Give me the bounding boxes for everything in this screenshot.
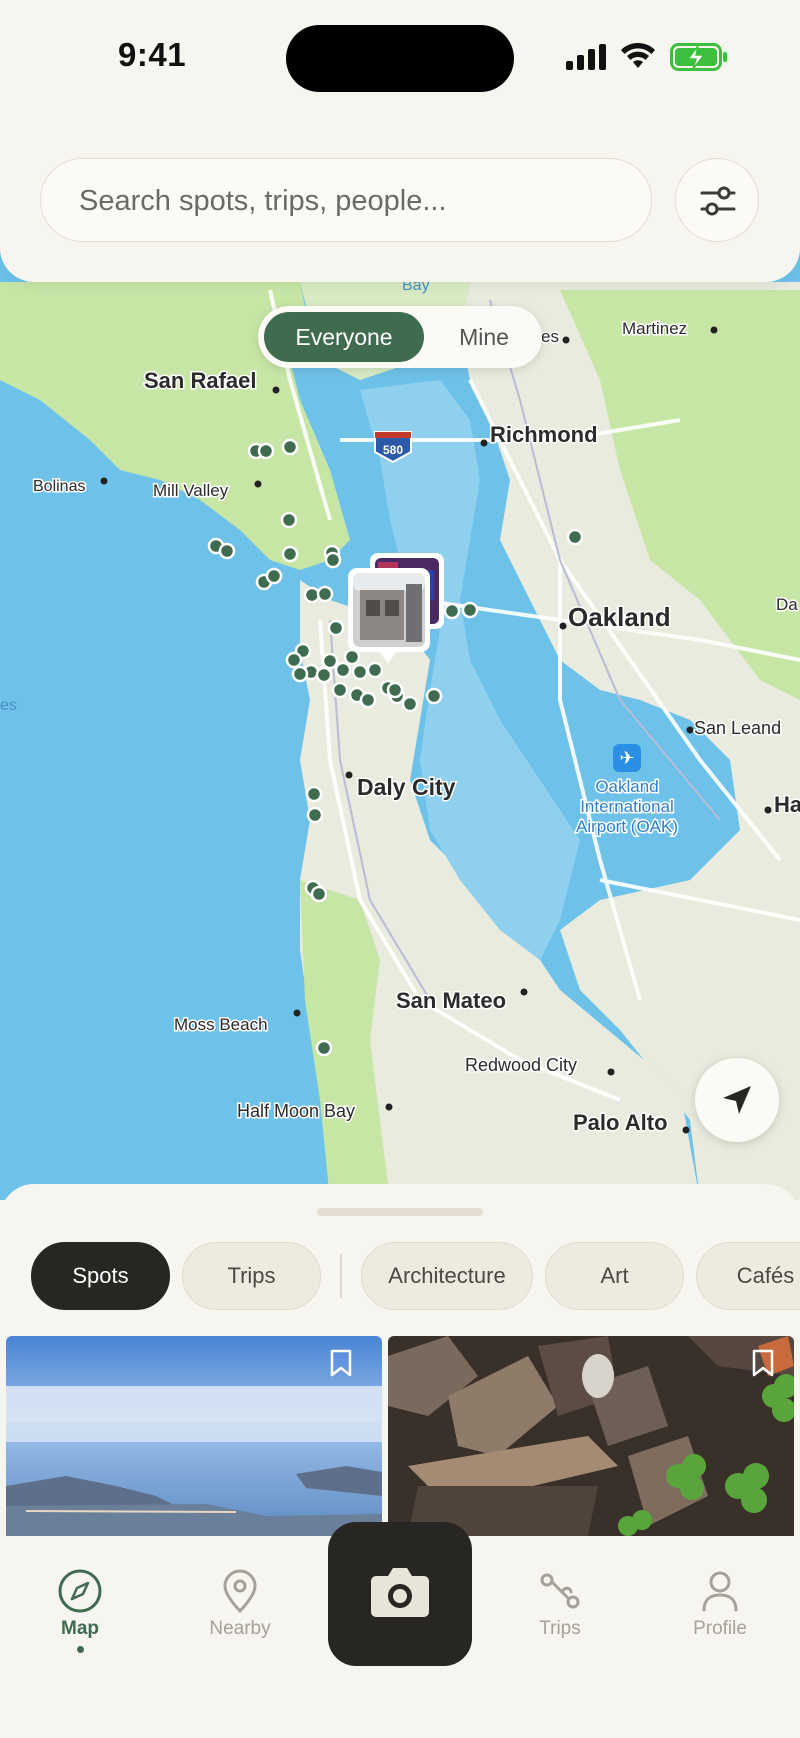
tab-trips[interactable]: Trips	[505, 1568, 615, 1640]
wifi-icon	[621, 42, 655, 68]
spot-photo-aerial-bay	[6, 1336, 382, 1536]
label-redwood-city: Redwood City	[465, 1055, 577, 1075]
label-palo-alto: Palo Alto	[573, 1110, 668, 1135]
label-bolinas: Bolinas	[33, 478, 85, 495]
label-richmond: Richmond	[490, 422, 598, 447]
battery-charging-icon	[670, 43, 727, 71]
bookmark-icon[interactable]	[328, 1348, 354, 1378]
chip-divider	[340, 1254, 342, 1298]
category-chips: Spots Trips Architecture Art Cafés	[0, 1242, 800, 1314]
chip-art[interactable]: Art	[545, 1242, 684, 1310]
status-time: 9:41	[118, 36, 187, 73]
label-es: es	[541, 327, 559, 346]
label-ha: Ha	[774, 792, 800, 817]
label-airport-line2: International	[580, 797, 674, 816]
bookmark-icon[interactable]	[750, 1348, 776, 1378]
label-half-moon-bay: Half Moon Bay	[237, 1101, 355, 1121]
cellular-signal-icon	[566, 44, 606, 70]
sheet-grabber[interactable]	[317, 1208, 483, 1216]
spot-card-ground[interactable]	[388, 1336, 794, 1536]
search-input[interactable]: Search spots, trips, people...	[40, 158, 652, 242]
label-moss-beach: Moss Beach	[174, 1015, 268, 1034]
spot-photo-bark-clover	[388, 1336, 794, 1536]
tab-nearby[interactable]: Nearby	[185, 1568, 295, 1640]
tab-map-label: Map	[61, 1618, 99, 1639]
dynamic-island	[286, 25, 514, 92]
label-airport-line1: Oakland	[595, 777, 658, 796]
status-bar: 9:41	[0, 0, 800, 110]
spot-photo-grid	[0, 1336, 800, 1536]
sliders-icon	[700, 186, 736, 216]
label-airport-line3: Airport (OAK)	[576, 817, 678, 836]
label-san-mateo: San Mateo	[396, 988, 506, 1013]
segment-mine[interactable]: Mine	[434, 312, 534, 362]
highway-shield-580: 580	[383, 443, 403, 457]
label-daly-city: Daly City	[357, 774, 456, 800]
chip-trips[interactable]: Trips	[182, 1242, 321, 1310]
label-martinez: Martinez	[622, 319, 687, 338]
audience-segmented-control: Everyone Mine	[258, 306, 542, 368]
segment-everyone[interactable]: Everyone	[264, 312, 424, 362]
top-sheet: 9:41 Search spots, trips, people...	[0, 0, 800, 282]
chip-architecture[interactable]: Architecture	[361, 1242, 533, 1310]
filter-button[interactable]	[675, 158, 759, 242]
locate-me-button[interactable]	[695, 1058, 779, 1142]
person-icon	[702, 1571, 738, 1612]
search-placeholder: Search spots, trips, people...	[79, 185, 447, 217]
tab-trips-label: Trips	[539, 1618, 581, 1639]
label-oakland: Oakland	[568, 602, 671, 632]
tab-nearby-label: Nearby	[209, 1618, 271, 1639]
label-da: Da	[776, 595, 798, 614]
compass-icon	[58, 1569, 102, 1613]
route-icon	[540, 1573, 580, 1609]
active-tab-dot	[76, 1646, 84, 1653]
spot-card-aerial[interactable]	[6, 1336, 382, 1536]
tab-profile-label: Profile	[693, 1618, 747, 1639]
tab-map[interactable]: Map	[25, 1568, 135, 1653]
label-san-leandro: San Leand	[694, 718, 781, 738]
label-mill-valley: Mill Valley	[153, 481, 229, 500]
airport-icon: ✈	[619, 748, 634, 768]
camera-icon	[371, 1568, 429, 1617]
chip-spots[interactable]: Spots	[31, 1242, 170, 1310]
tab-profile[interactable]: Profile	[665, 1568, 775, 1640]
camera-button[interactable]	[328, 1522, 472, 1666]
location-arrow-icon	[723, 1086, 751, 1114]
label-es-water: es	[0, 697, 17, 714]
label-san-rafael: San Rafael	[144, 368, 257, 393]
map-pin-icon	[223, 1569, 257, 1614]
chip-cafes[interactable]: Cafés	[696, 1242, 800, 1310]
